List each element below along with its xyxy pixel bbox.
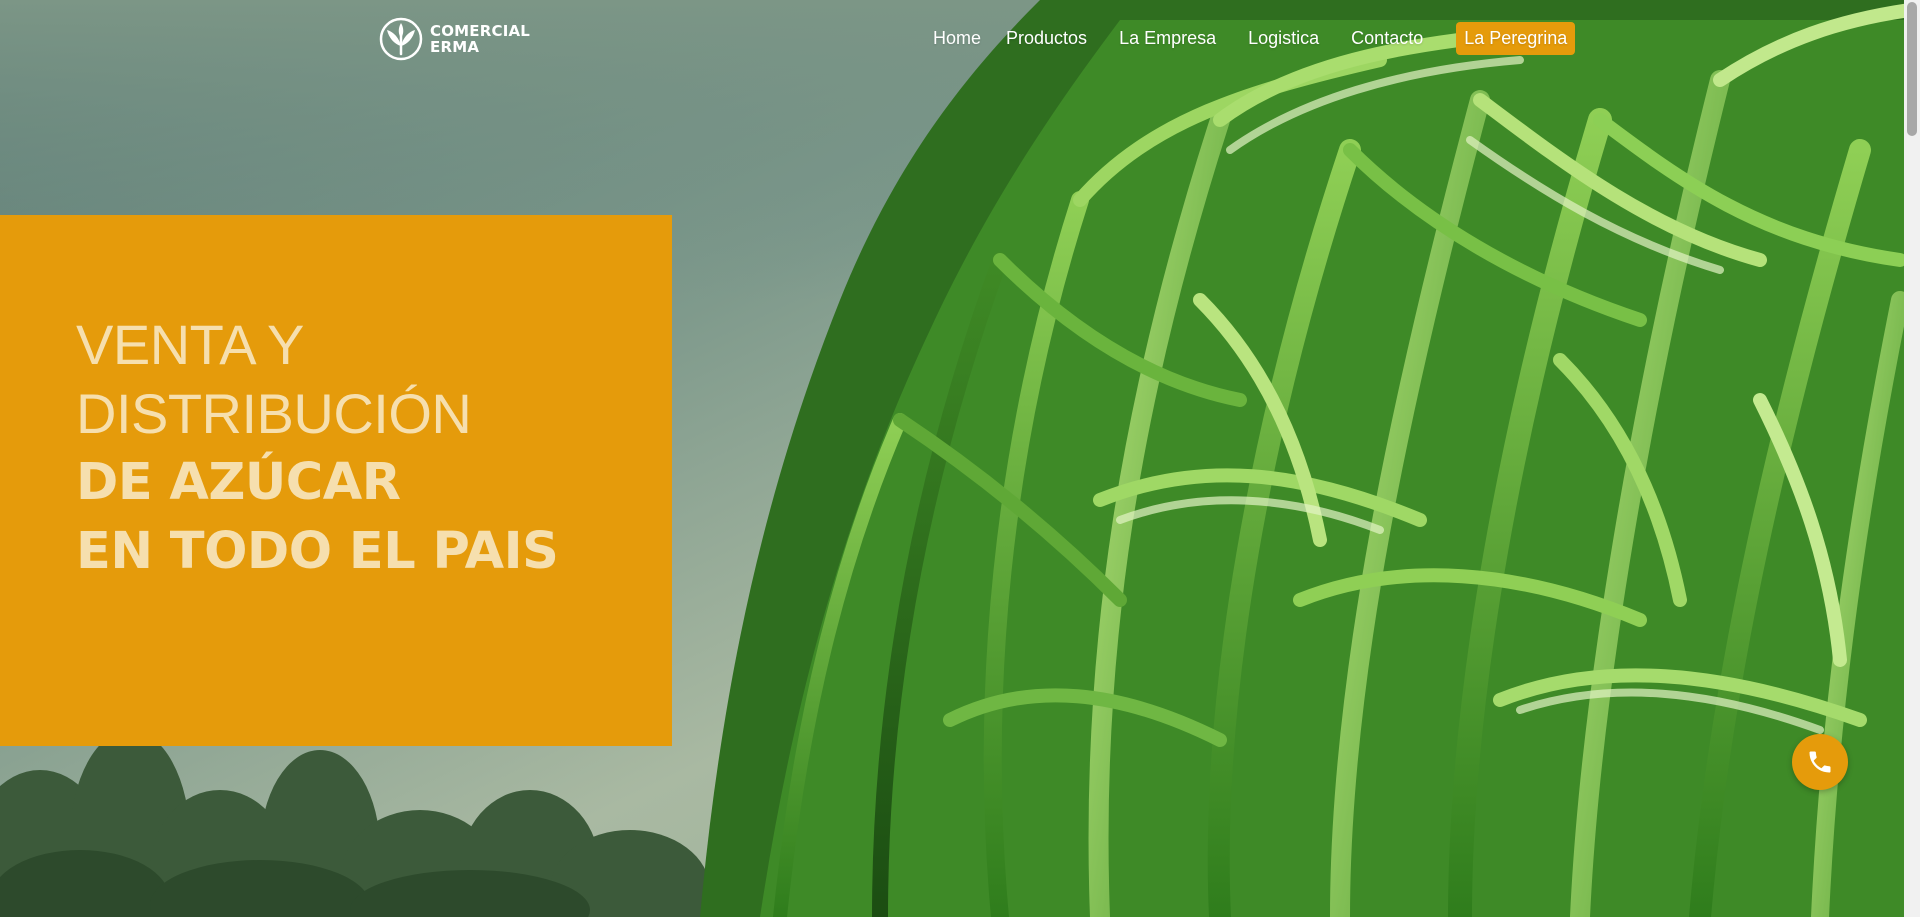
hero-line-1: VENTA Y: [76, 313, 304, 376]
nav-logistica[interactable]: Logistica: [1248, 28, 1319, 49]
hero-panel: VENTA Y DISTRIBUCIÓN DE AZÚCAR EN TODO E…: [0, 215, 672, 746]
nav-home[interactable]: Home: [933, 28, 981, 49]
logo-leaf-icon: [379, 17, 423, 61]
logo-line2: ERMA: [430, 38, 480, 56]
site-header: COMERCIAL ERMA Home Productos La Empresa…: [0, 0, 1904, 78]
hero-line-2: DISTRIBUCIÓN: [76, 382, 472, 445]
page-scrollbar[interactable]: [1904, 0, 1920, 917]
logo-text: COMERCIAL ERMA: [430, 23, 530, 55]
nav-productos[interactable]: Productos: [1006, 28, 1087, 49]
main-nav: Home Productos La Empresa Logistica Cont…: [933, 20, 1576, 56]
logo-line1: COMERCIAL: [430, 22, 531, 40]
nav-la-peregrina-button[interactable]: La Peregrina: [1456, 21, 1576, 55]
phone-icon: [1809, 751, 1831, 773]
hero-line-4: EN TODO EL PAIS: [76, 522, 559, 581]
logo[interactable]: COMERCIAL ERMA: [378, 14, 530, 64]
hero-line-3: DE AZÚCAR: [76, 453, 401, 512]
phone-call-button[interactable]: [1792, 734, 1848, 790]
nav-contacto[interactable]: Contacto: [1351, 28, 1423, 49]
nav-la-empresa[interactable]: La Empresa: [1119, 28, 1216, 49]
scrollbar-thumb[interactable]: [1907, 2, 1917, 136]
page: COMERCIAL ERMA Home Productos La Empresa…: [0, 0, 1920, 917]
hero-title: VENTA Y DISTRIBUCIÓN DE AZÚCAR EN TODO E…: [76, 310, 559, 586]
